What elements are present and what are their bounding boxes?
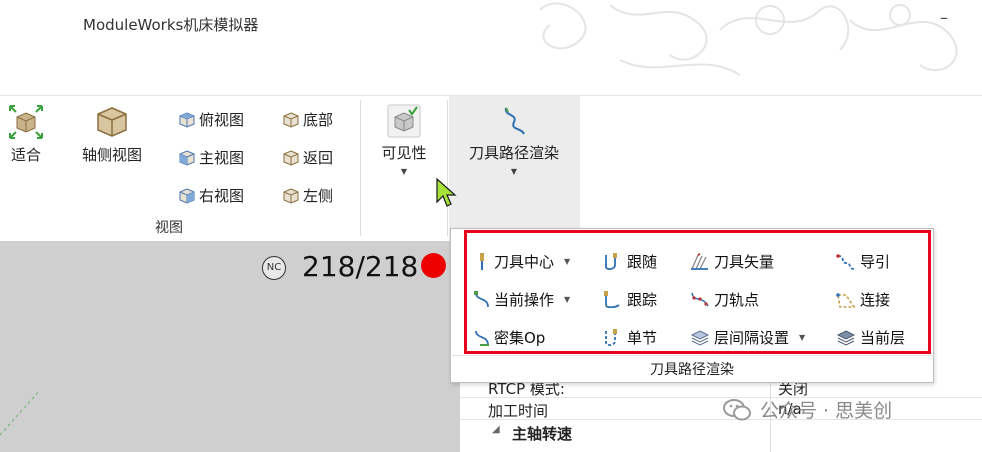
dropdown-footer-label: 刀具路径渲染	[450, 355, 934, 383]
mouse-cursor-icon	[436, 178, 457, 207]
window-title: ModuleWorks机床模拟器	[83, 16, 259, 34]
collapse-icon[interactable]: ◢	[492, 424, 500, 435]
block-counter: 218/218	[302, 250, 419, 283]
left-view-label: 左侧	[303, 187, 334, 205]
property-row: 加工时间 n/a	[460, 398, 982, 420]
ribbon-separator	[360, 100, 361, 236]
bottom-view-button[interactable]: 底部	[282, 109, 333, 130]
property-section[interactable]: ◢ 主轴转速	[460, 421, 982, 443]
status-dot	[421, 253, 446, 278]
top-view-label: 俯视图	[199, 111, 245, 129]
title-bar: ModuleWorks机床模拟器 –	[0, 0, 982, 95]
watermark: 公众号 · 思美创	[722, 396, 892, 423]
front-view-label: 主视图	[199, 149, 245, 167]
toolpath-render-icon	[504, 107, 525, 135]
visibility-button[interactable]: 可见性 ▼	[376, 104, 432, 176]
front-view-button[interactable]: 主视图	[178, 147, 244, 168]
cube-bottom-icon	[283, 111, 299, 128]
decorative-ornament	[539, 2, 958, 76]
back-view-button[interactable]: 返回	[282, 147, 333, 168]
highlight-frame	[464, 230, 931, 354]
watermark-text: 公众号 · 思美创	[760, 400, 893, 422]
nc-badge: NC	[262, 256, 286, 280]
view-group-label: 视图	[155, 220, 183, 236]
axonometric-cube-icon	[97, 107, 127, 137]
cube-right-icon	[179, 187, 195, 204]
axis-indicator	[0, 390, 41, 436]
top-view-button[interactable]: 俯视图	[178, 109, 244, 130]
fit-button[interactable]: 适合	[4, 104, 48, 165]
cube-left-icon	[283, 187, 299, 204]
visibility-cube-icon	[387, 104, 421, 138]
axonometric-view-button[interactable]: 轴侧视图	[76, 104, 148, 165]
minimize-button[interactable]: –	[940, 8, 948, 27]
axonometric-label: 轴侧视图	[81, 146, 142, 164]
cube-top-icon	[179, 111, 195, 128]
fit-label: 适合	[10, 146, 41, 164]
section-title: 主轴转速	[512, 425, 573, 443]
ribbon-separator	[447, 100, 448, 236]
chevron-down-icon: ▼	[400, 167, 408, 176]
left-view-button[interactable]: 左侧	[282, 185, 333, 206]
property-name: 加工时间	[488, 402, 549, 420]
fit-icon	[9, 105, 43, 139]
cube-back-icon	[283, 149, 299, 166]
right-view-button[interactable]: 右视图	[178, 185, 244, 206]
wechat-icon	[723, 398, 751, 420]
toolpath-render-button[interactable]: 刀具路径渲染 ▼	[459, 104, 569, 176]
back-view-label: 返回	[303, 149, 334, 167]
cube-front-icon	[179, 149, 195, 166]
bottom-view-label: 底部	[303, 111, 334, 129]
visibility-label: 可见性	[381, 144, 427, 162]
chevron-down-icon: ▼	[510, 167, 518, 176]
toolpath-render-label: 刀具路径渲染	[468, 144, 559, 162]
right-view-label: 右视图	[199, 187, 245, 205]
